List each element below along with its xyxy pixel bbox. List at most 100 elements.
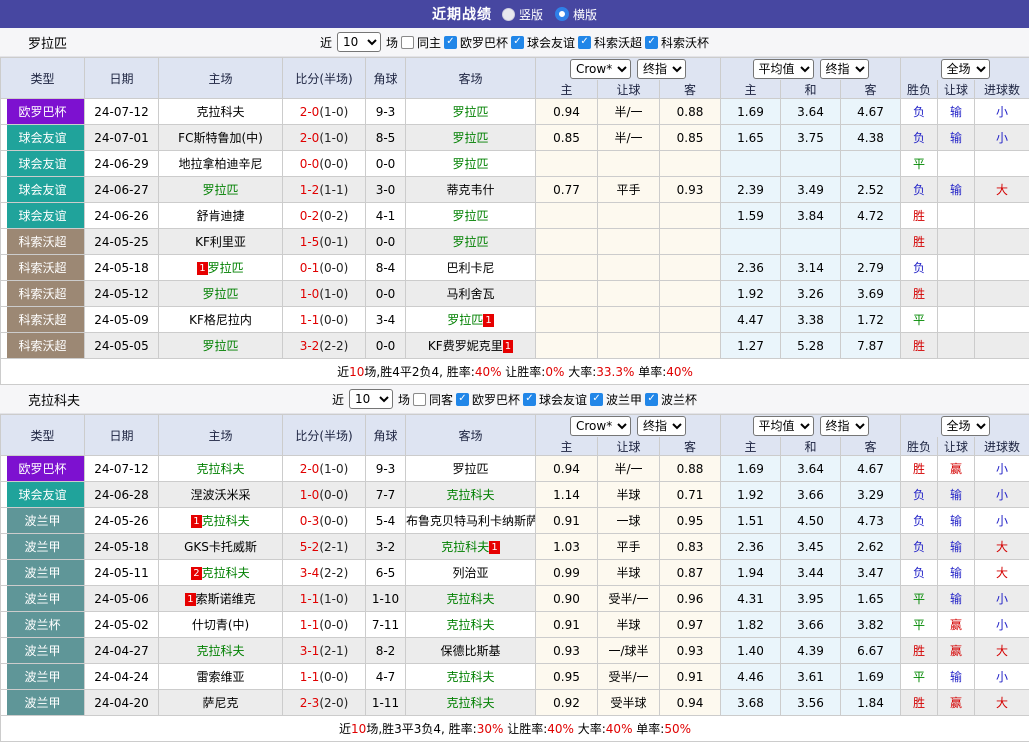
league-label-2[interactable]: 科索沃超	[594, 34, 642, 51]
team-link[interactable]: 涅波沃米采	[190, 488, 250, 502]
league-checkbox-0[interactable]: ✓	[456, 393, 469, 406]
league-checkbox-2[interactable]: ✓	[590, 393, 603, 406]
avg-away-cell: 3.47	[841, 560, 901, 586]
team-link[interactable]: 罗拉匹	[452, 157, 488, 171]
league-label-3[interactable]: 科索沃杯	[661, 34, 709, 51]
home-team-cell: 地拉拿柏迪辛尼	[159, 151, 283, 177]
layout-radio-1[interactable]	[555, 7, 569, 21]
league-checkbox-2[interactable]: ✓	[578, 36, 591, 49]
team-link[interactable]: 罗拉匹	[202, 339, 238, 353]
team-link[interactable]: 雷索维亚	[196, 670, 244, 684]
team-link[interactable]: GKS卡托威斯	[184, 540, 257, 554]
team-link[interactable]: KF格尼拉内	[189, 313, 252, 327]
team-link[interactable]: 克拉科夫	[446, 618, 494, 632]
odds-source-select[interactable]: Crow*	[570, 59, 631, 79]
league-label-3[interactable]: 波兰杯	[661, 391, 697, 408]
league-checkbox-3[interactable]: ✓	[645, 36, 658, 49]
team-link[interactable]: 罗拉匹	[452, 105, 488, 119]
date-cell: 24-07-12	[85, 99, 159, 125]
team-link[interactable]: 克拉科夫	[196, 462, 244, 476]
league-label-0[interactable]: 欧罗巴杯	[460, 34, 508, 51]
team-name: 克拉科夫	[28, 390, 80, 409]
league-checkbox-1[interactable]: ✓	[511, 36, 524, 49]
odds-line-cell: 半球	[598, 482, 660, 508]
team-link[interactable]: 克拉科夫	[441, 540, 489, 554]
type-badge: 球会友谊	[1, 177, 85, 203]
team-link[interactable]: 罗拉匹	[202, 287, 238, 301]
avg-time-select[interactable]: 终指	[820, 416, 869, 436]
team-link[interactable]: 地拉拿柏迪辛尼	[178, 157, 262, 171]
league-label-2[interactable]: 波兰甲	[606, 391, 642, 408]
score-cell: 1-0(0-0)	[283, 482, 366, 508]
date-cell: 24-05-26	[85, 508, 159, 534]
avg-source-select[interactable]: 平均值	[753, 416, 814, 436]
team-link[interactable]: 马利舍瓦	[446, 287, 494, 301]
avg-home-cell: 1.59	[721, 203, 781, 229]
result-cell: 平	[901, 664, 938, 690]
corner-cell: 1-11	[366, 690, 406, 716]
team-link[interactable]: 克拉科夫	[202, 566, 250, 580]
team-link[interactable]: KF费罗妮克里	[428, 339, 503, 353]
team-link[interactable]: 列治亚	[452, 566, 488, 580]
team-link[interactable]: 克拉科夫	[202, 514, 250, 528]
team-link[interactable]: 巴利卡尼	[446, 261, 494, 275]
col-header-type: 类型	[1, 415, 85, 456]
match-count-select[interactable]: 10	[337, 32, 381, 52]
date-cell: 24-05-02	[85, 612, 159, 638]
team-link[interactable]: 保德比斯基	[440, 644, 500, 658]
team-link[interactable]: KF利里亚	[195, 235, 246, 249]
league-checkbox-1[interactable]: ✓	[523, 393, 536, 406]
team-link[interactable]: 克拉科夫	[446, 592, 494, 606]
league-checkbox-0[interactable]: ✓	[444, 36, 457, 49]
team-link[interactable]: 罗拉匹	[452, 131, 488, 145]
odds-line-cell: 一球	[598, 508, 660, 534]
league-checkbox-3[interactable]: ✓	[645, 393, 658, 406]
league-label-0[interactable]: 欧罗巴杯	[472, 391, 520, 408]
team-link[interactable]: 蒂克韦什	[446, 183, 494, 197]
team-link[interactable]: 克拉科夫	[446, 696, 494, 710]
avg-source-select[interactable]: 平均值	[753, 59, 814, 79]
same-venue-label[interactable]: 同主	[417, 34, 441, 51]
scope-select[interactable]: 全场	[941, 59, 990, 79]
team-link[interactable]: 罗拉匹	[208, 261, 244, 275]
team-link[interactable]: 萨尼克	[202, 696, 238, 710]
team-link[interactable]: 克拉科夫	[196, 644, 244, 658]
team-link[interactable]: 罗拉匹	[452, 235, 488, 249]
layout-radio-0[interactable]	[502, 8, 515, 21]
team-link[interactable]: 罗拉匹	[452, 462, 488, 476]
odds-time-select[interactable]: 终指	[637, 59, 686, 79]
avg-away-cell: 2.79	[841, 255, 901, 281]
away-team-cell: 罗拉匹	[406, 456, 536, 482]
type-badge: 科索沃超	[1, 307, 85, 333]
team-link[interactable]: 罗拉匹	[202, 183, 238, 197]
same-venue-checkbox[interactable]	[401, 36, 414, 49]
odds-time-select[interactable]: 终指	[637, 416, 686, 436]
team-link[interactable]: 罗拉匹	[452, 209, 488, 223]
team-link[interactable]: 索斯诺维克	[196, 592, 256, 606]
avg-time-select[interactable]: 终指	[820, 59, 869, 79]
odds-home-cell: 0.94	[536, 456, 598, 482]
odds-source-select[interactable]: Crow*	[570, 416, 631, 436]
team-link[interactable]: 舒肯迪捷	[196, 209, 244, 223]
score-cell: 1-1(0-0)	[283, 664, 366, 690]
same-venue-checkbox[interactable]	[413, 393, 426, 406]
same-venue-label[interactable]: 同客	[429, 391, 453, 408]
type-badge: 科索沃超	[1, 333, 85, 359]
league-label-1[interactable]: 球会友谊	[527, 34, 575, 51]
avg-home-cell: 1.94	[721, 560, 781, 586]
team-link[interactable]: 克拉科夫	[446, 670, 494, 684]
date-cell: 24-07-01	[85, 125, 159, 151]
layout-radio-label-1[interactable]: 横版	[573, 6, 597, 23]
team-link[interactable]: 布鲁克贝特马利卡纳斯萨	[406, 514, 536, 528]
scope-select[interactable]: 全场	[941, 416, 990, 436]
handicap-result-cell	[938, 333, 975, 359]
team-link[interactable]: 克拉科夫	[446, 488, 494, 502]
league-label-1[interactable]: 球会友谊	[539, 391, 587, 408]
team-link[interactable]: 克拉科夫	[196, 105, 244, 119]
team-link[interactable]: FC斯特鲁加(中)	[178, 131, 263, 145]
match-count-select[interactable]: 10	[349, 389, 393, 409]
layout-radio-label-0[interactable]: 竖版	[519, 6, 543, 23]
team-link[interactable]: 什切青(中)	[192, 618, 249, 632]
team-link[interactable]: 罗拉匹	[447, 313, 483, 327]
home-team-cell: GKS卡托威斯	[159, 534, 283, 560]
